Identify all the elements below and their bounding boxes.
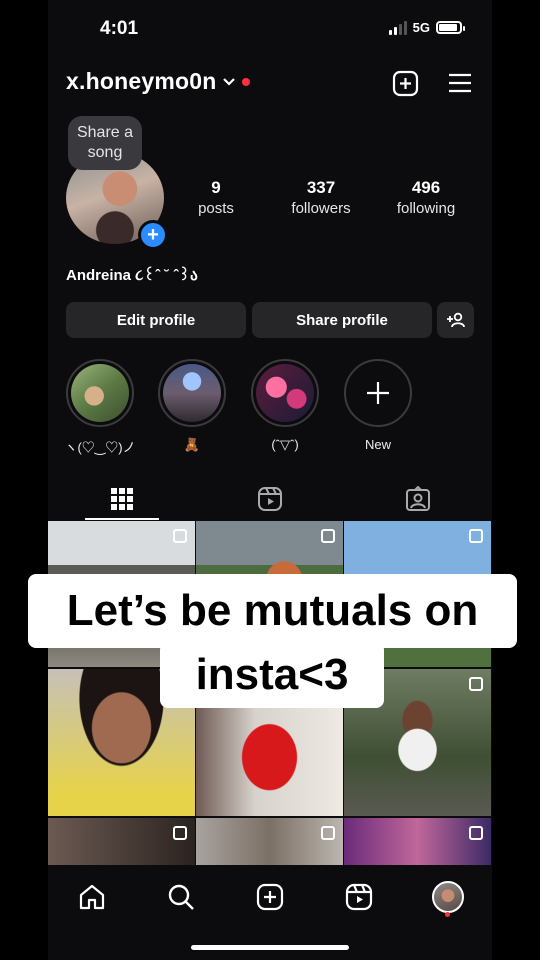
chevron-down-icon bbox=[223, 77, 236, 86]
carousel-icon bbox=[469, 529, 483, 543]
plus-square-icon bbox=[392, 70, 418, 96]
carousel-icon bbox=[469, 826, 483, 840]
overlay-caption-line1: Let’s be mutuals on bbox=[28, 574, 517, 648]
home-indicator bbox=[191, 945, 349, 950]
create-post-button[interactable] bbox=[390, 68, 420, 98]
share-profile-button[interactable]: Share profile bbox=[252, 302, 432, 338]
followers-count: 337 bbox=[306, 178, 336, 197]
tagged-icon bbox=[406, 486, 430, 511]
nav-profile[interactable] bbox=[428, 877, 468, 917]
carousel-icon bbox=[173, 529, 187, 543]
profile-tabs bbox=[48, 478, 492, 520]
plus-icon bbox=[367, 382, 389, 404]
new-highlight-ring bbox=[344, 359, 412, 427]
posts-stat[interactable]: 9 posts bbox=[186, 178, 246, 217]
following-label: following bbox=[396, 200, 456, 217]
active-tab-indicator bbox=[85, 518, 159, 520]
highlight-ring bbox=[66, 359, 134, 427]
nav-create[interactable] bbox=[250, 877, 290, 917]
following-count: 496 bbox=[411, 178, 441, 197]
notification-dot bbox=[242, 77, 251, 86]
reels-icon bbox=[345, 883, 373, 911]
carousel-icon bbox=[173, 826, 187, 840]
posts-label: posts bbox=[198, 200, 234, 217]
search-icon bbox=[168, 884, 194, 910]
phone-screen: 4:01 5G x.honeymo0n + Share a song 9 pos… bbox=[48, 0, 492, 960]
carousel-icon bbox=[321, 826, 335, 840]
menu-button[interactable] bbox=[445, 68, 475, 98]
highlight-ring bbox=[158, 359, 226, 427]
post-tile[interactable] bbox=[48, 818, 195, 865]
status-time: 4:01 bbox=[100, 18, 139, 39]
tab-tagged[interactable] bbox=[344, 478, 492, 520]
following-stat[interactable]: 496 following bbox=[381, 178, 471, 217]
person-add-icon bbox=[446, 312, 465, 328]
overlay-caption-line2: insta<3 bbox=[160, 642, 384, 708]
carousel-icon bbox=[469, 677, 483, 691]
nav-home[interactable] bbox=[72, 877, 112, 917]
reels-icon bbox=[258, 487, 282, 511]
highlight-ring bbox=[251, 359, 319, 427]
highlight-3[interactable]: (ˆ▽ˆ) bbox=[249, 359, 321, 453]
highlight-2[interactable]: 🧸 bbox=[156, 359, 228, 453]
nav-search[interactable] bbox=[161, 877, 201, 917]
highlight-caption: 🧸 bbox=[183, 437, 201, 452]
highlight-caption: New bbox=[364, 437, 391, 452]
status-indicators: 5G bbox=[388, 20, 465, 35]
tab-grid[interactable] bbox=[48, 478, 196, 520]
note-bubble[interactable]: Share a song bbox=[68, 116, 142, 170]
new-highlight-button[interactable]: New bbox=[342, 359, 414, 452]
profile-avatar-icon bbox=[432, 881, 464, 913]
create-icon bbox=[256, 883, 284, 911]
bio-name: Andreina ૮꒰ˆ ˘ ˆ꒱ა bbox=[66, 267, 198, 284]
battery-icon bbox=[436, 21, 465, 34]
username-switcher[interactable]: x.honeymo0n bbox=[66, 68, 251, 95]
followers-label: followers bbox=[291, 200, 351, 217]
highlight-caption: (ˆ▽ˆ) bbox=[271, 437, 299, 452]
discover-people-button[interactable] bbox=[437, 302, 474, 338]
tab-reels[interactable] bbox=[196, 478, 344, 520]
posts-count: 9 bbox=[211, 178, 221, 197]
highlight-caption: ヽ(♡‿♡)ノ bbox=[64, 440, 136, 455]
home-icon bbox=[79, 884, 105, 910]
signal-icon bbox=[388, 20, 407, 35]
grid-icon bbox=[111, 488, 133, 510]
username: x.honeymo0n bbox=[66, 68, 217, 94]
post-tile[interactable] bbox=[196, 818, 343, 865]
add-story-icon[interactable]: + bbox=[138, 220, 168, 250]
hamburger-menu-icon bbox=[449, 73, 471, 93]
carousel-icon bbox=[321, 529, 335, 543]
network-label: 5G bbox=[412, 20, 430, 35]
followers-stat[interactable]: 337 followers bbox=[276, 178, 366, 217]
highlight-1[interactable]: ヽ(♡‿♡)ノ bbox=[64, 359, 136, 456]
post-tile[interactable] bbox=[344, 818, 491, 865]
notification-dot bbox=[445, 912, 450, 917]
nav-reels[interactable] bbox=[339, 877, 379, 917]
edit-profile-button[interactable]: Edit profile bbox=[66, 302, 246, 338]
